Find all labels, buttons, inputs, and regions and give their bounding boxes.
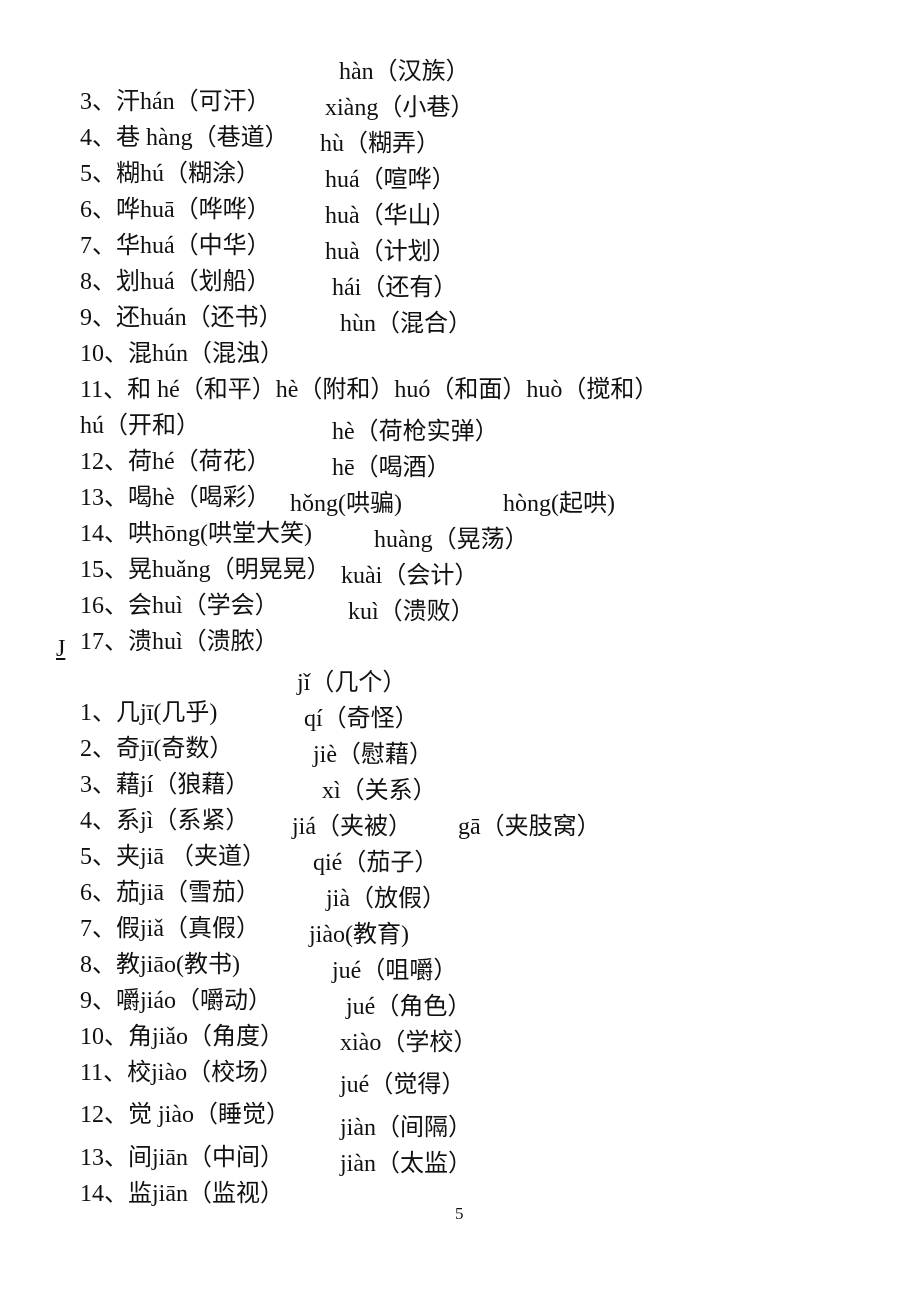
reading-2: huá（喧哗） — [325, 167, 456, 193]
reading-2: kuì（溃败） — [348, 599, 475, 625]
reading-2: huàng（晃荡） — [374, 527, 529, 553]
reading-2: hái（还有） — [332, 275, 458, 301]
reading-2: jiá（夹被） — [292, 814, 412, 840]
reading-1: hé（和平）hè（附和）huó（和面）huò（搅和） — [157, 377, 659, 403]
section-header: J — [56, 636, 66, 662]
entry-line: 14、监jiān（监视） jiàn（太监） — [56, 1149, 472, 1269]
reading-2: jué（咀嚼） — [332, 958, 458, 984]
reading-3: gā（夹肢窝） — [458, 814, 601, 840]
reading-2: jià（放假） — [326, 886, 446, 912]
reading-1: jiān（监视） — [152, 1181, 284, 1207]
reading-2: xì（关系） — [322, 778, 437, 804]
reading-2: qí（奇怪） — [304, 706, 419, 732]
reading-2: xiào（学校） — [340, 1030, 478, 1056]
entry-char: 监 — [128, 1181, 152, 1207]
reading-2: hù（糊弄） — [320, 131, 440, 157]
reading-2: qié（茄子） — [313, 850, 439, 876]
reading-2: jué（觉得） — [340, 1072, 466, 1098]
reading-2: hùn（混合） — [340, 311, 472, 337]
reading-2: huà（华山） — [325, 203, 456, 229]
reading-2: huà（计划） — [325, 239, 456, 265]
page-number: 5 — [455, 1204, 464, 1223]
reading-2: xiàng（小巷） — [325, 95, 475, 121]
reading-1: huì（溃脓） — [152, 629, 279, 655]
reading-2: hē（喝酒） — [332, 455, 451, 481]
reading-2: hàn（汉族） — [339, 59, 470, 85]
entry-number: 17、 — [80, 629, 128, 655]
reading-2: jiàn（间隔） — [340, 1115, 472, 1141]
reading-2: jué（角色） — [346, 994, 472, 1020]
reading-2: jǐ（几个） — [297, 670, 407, 696]
reading-2: jiè（慰藉） — [313, 742, 433, 768]
entry-char: 溃 — [128, 629, 152, 655]
entry-number: 14、 — [80, 1181, 128, 1207]
reading-2: hè（荷枪实弹） — [332, 419, 499, 445]
reading-2: jiàn（太监） — [340, 1151, 472, 1177]
reading-2: jiào(教育) — [309, 922, 409, 948]
reading-3: hòng(起哄) — [503, 491, 615, 517]
reading-2: kuài（会计） — [341, 563, 479, 589]
reading-2: hǒng(哄骗) — [290, 491, 402, 517]
